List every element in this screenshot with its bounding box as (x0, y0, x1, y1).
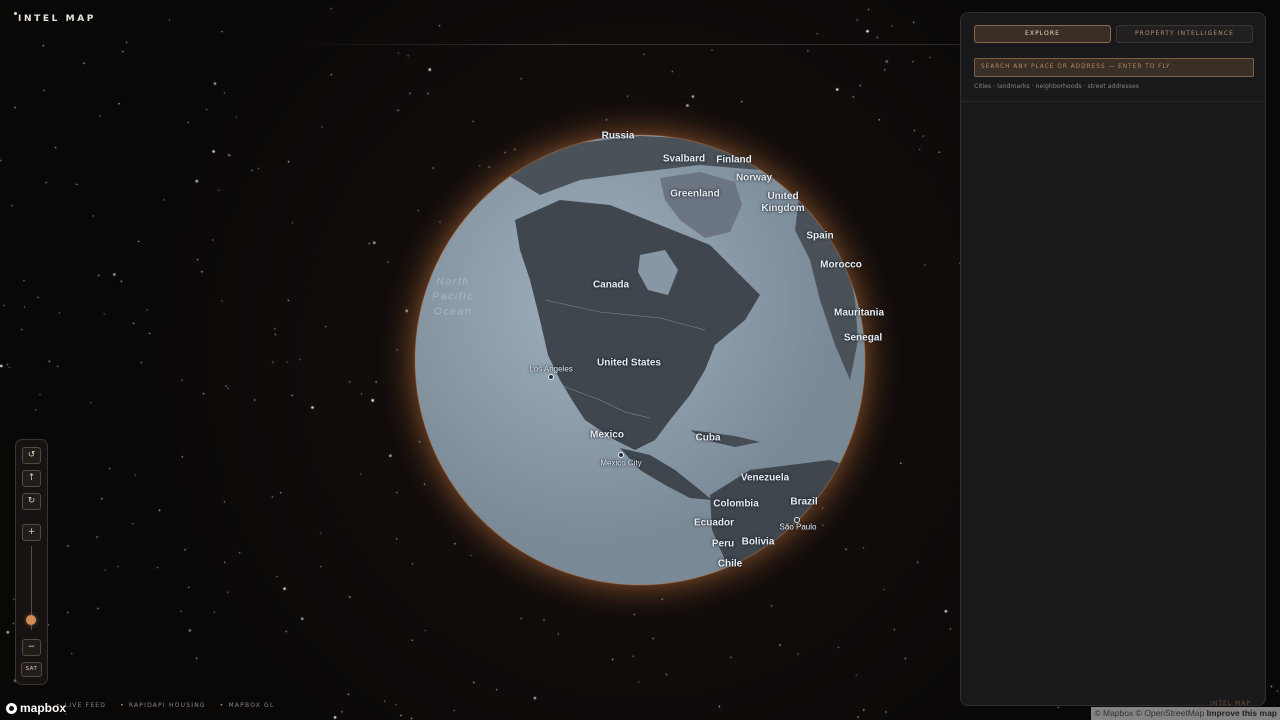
side-panel: EXPLORE PROPERTY INTELLIGENCE SEARCH ANY… (960, 12, 1266, 707)
label-russia: Russia (601, 130, 635, 142)
city-marker-los-angeles[interactable] (548, 374, 554, 380)
label-canada: Canada (592, 279, 630, 291)
panel-footer-brand: INTEL MAP (1210, 700, 1251, 707)
label-spain: Spain (806, 230, 834, 242)
place-search-input[interactable]: SEARCH ANY PLACE OR ADDRESS — ENTER TO F… (974, 58, 1254, 77)
tab-property-intelligence[interactable]: PROPERTY INTELLIGENCE (1116, 25, 1253, 43)
label-finland: Finland (716, 154, 752, 166)
tab-explore[interactable]: EXPLORE (974, 25, 1111, 43)
label-brazil: Brazil (790, 496, 818, 508)
label-cuba: Cuba (695, 432, 721, 444)
attribution-text[interactable]: © Mapbox © OpenStreetMap (1094, 708, 1204, 718)
label-mexico: Mexico (590, 429, 624, 441)
label-los-angeles: Los Angeles (529, 364, 573, 374)
label-morocco: Morocco (820, 259, 862, 271)
improve-map-link[interactable]: Improve this map (1207, 708, 1277, 718)
zoom-in-button[interactable]: + (22, 524, 41, 541)
label-senegal: Senegal (843, 332, 883, 344)
label-sao-paulo: São Paulo (779, 522, 817, 532)
rotate-left-button[interactable]: ↺ (22, 447, 41, 464)
label-greenland: Greenland (670, 188, 720, 200)
label-colombia: Colombia (713, 498, 759, 510)
map-attribution: © Mapbox © OpenStreetMap Improve this ma… (1091, 707, 1280, 720)
mapbox-logo-icon (6, 702, 17, 714)
feed-rapidapi-housing: RAPIDAPI HOUSING (120, 702, 206, 709)
label-venezuela: Venezuela (740, 472, 790, 484)
label-ecuador: Ecuador (693, 517, 735, 529)
label-mexico-city: Mexico City (600, 458, 642, 468)
label-norway: Norway (735, 172, 773, 184)
satellite-toggle-button[interactable]: SAT (21, 662, 42, 677)
feed-live: LIVE FEED (56, 702, 106, 709)
rotate-right-button[interactable]: ↻ (22, 493, 41, 510)
label-peru: Peru (711, 538, 735, 550)
globe[interactable] (0, 0, 960, 720)
search-hint: Cities · landmarks · neighborhoods · str… (974, 83, 1139, 90)
zoom-slider-handle[interactable] (26, 614, 36, 625)
ocean-label: North Pacific Ocean (423, 275, 483, 320)
label-united-kingdom: United Kingdom (761, 191, 805, 214)
map-controls: ↺ ↑ ↻ + − SAT (15, 439, 48, 685)
feed-status-list: LIVE FEED RAPIDAPI HOUSING MAPBOX GL (56, 702, 275, 709)
label-mauritania: Mauritania (833, 307, 885, 319)
city-marker-mexico-city[interactable] (618, 452, 624, 458)
map-viewport[interactable]: INTEL MAP North Pacific Ocean Russia Sva… (0, 0, 1280, 720)
panel-divider (961, 101, 1265, 102)
label-bolivia: Bolivia (741, 536, 775, 548)
label-chile: Chile (717, 558, 743, 570)
label-svalbard: Svalbard (662, 153, 706, 165)
feed-mapbox-gl: MAPBOX GL (220, 702, 275, 709)
ocean-label-text: North Pacific Ocean (432, 275, 474, 318)
reset-north-button[interactable]: ↑ (22, 470, 41, 487)
label-united-states: United States (597, 357, 661, 369)
zoom-out-button[interactable]: − (22, 639, 41, 656)
